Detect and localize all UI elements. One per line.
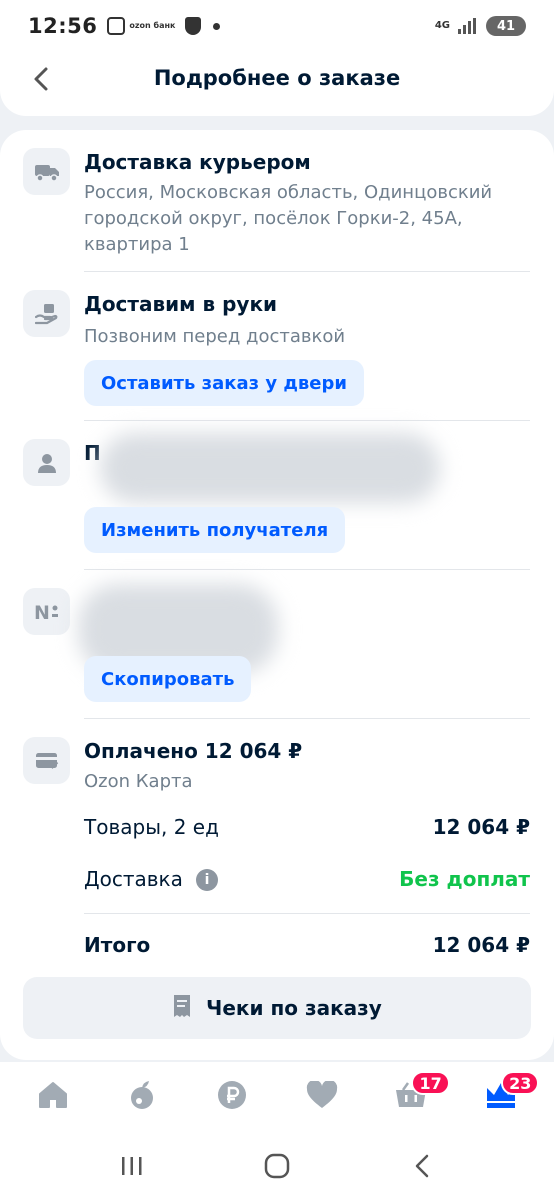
items-value: 12 064 ₽ [432,815,530,839]
nav-favorites[interactable] [292,1067,352,1127]
divider [84,420,530,421]
handover-subtitle: Позвоним перед доставкой [84,326,346,347]
recipient-title: П [84,441,101,465]
nav-finance[interactable] [202,1067,262,1127]
status-bar: 12:56 ozon банк 4G 41 [0,0,554,52]
truck-icon [23,148,70,195]
cart-badge: 17 [411,1071,450,1095]
status-time: 12:56 [28,14,98,38]
divider [84,913,530,914]
payment-title: Оплачено 12 064 ₽ [84,739,303,763]
profile-badge: 23 [501,1071,540,1095]
leave-at-door-button[interactable]: Оставить заказ у двери [84,360,364,406]
divider [84,271,530,272]
divider [84,718,530,719]
person-icon [23,439,70,486]
receipts-label: Чеки по заказу [206,996,382,1020]
nav-cart[interactable]: 17 [381,1067,450,1127]
header: Подробнее о заказе [0,52,554,116]
total-label: Итого [84,933,151,957]
system-nav [0,1132,554,1200]
delivery-address: Россия, Московская область, Одинцовский … [84,182,493,255]
ruble-icon [217,1080,247,1114]
delivery-title: Доставка курьером [84,150,311,174]
copy-button[interactable]: Скопировать [84,656,252,702]
change-recipient-button[interactable]: Изменить получателя [84,507,346,553]
fresh-icon [127,1079,157,1115]
handover-title: Доставим в руки [84,292,278,316]
home-icon [38,1081,68,1113]
signal-icon [458,18,476,34]
info-icon[interactable]: i [196,869,218,891]
delivery-cost-label: Доставка [84,867,183,891]
ozon-bank-label: ozon банк [129,21,176,30]
hand-package-icon [23,290,70,337]
shield-icon [185,17,202,35]
heart-icon [306,1079,338,1113]
items-label: Товары, 2 ед [84,815,219,839]
back-button-icon[interactable] [402,1146,442,1186]
svg-text:N: N [34,602,50,622]
redacted-blur [100,433,440,503]
payment-method: Ozon Карта [84,771,193,792]
nav-home[interactable] [23,1067,83,1127]
battery-icon: 41 [486,16,526,36]
recent-apps-icon[interactable] [112,1146,152,1186]
bottom-nav: 17 23 [0,1062,554,1132]
ozon-bank-icon: ozon банк [107,17,175,35]
receipts-button[interactable]: Чеки по заказу [23,977,531,1039]
nav-profile[interactable]: 23 [471,1067,540,1127]
delivery-cost-value: Без доплат [399,867,530,891]
order-details-card: Доставка курьером Россия, Московская обл… [0,130,554,1060]
nav-fresh[interactable] [112,1067,172,1127]
total-value: 12 064 ₽ [432,933,530,957]
card-icon [23,737,70,784]
network-type: 4G [434,20,450,31]
receipt-icon [172,994,192,1022]
notification-dot-icon [213,22,221,30]
divider [84,569,530,570]
home-button-icon[interactable] [257,1146,297,1186]
number-sign-icon: N [23,588,70,635]
page-title: Подробнее о заказе [153,66,401,90]
